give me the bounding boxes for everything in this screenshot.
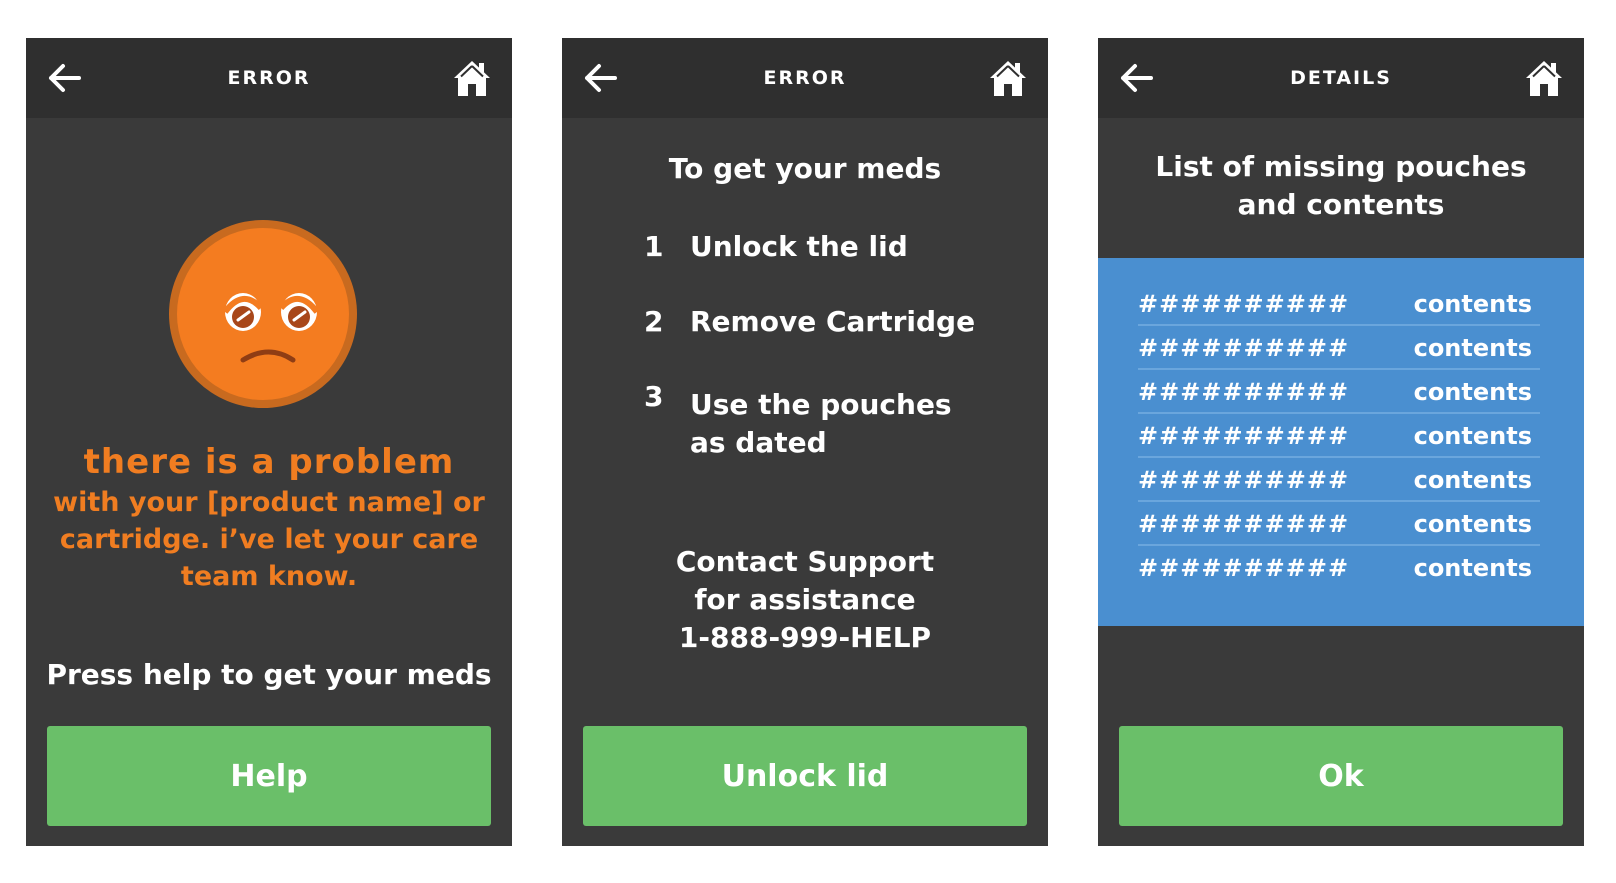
list-item: ########## contents — [1138, 326, 1540, 370]
pouch-contents: contents — [1413, 334, 1532, 362]
step-number: 1 — [644, 230, 664, 263]
steps-heading: To get your meds — [668, 152, 942, 185]
details-heading-line: List of missing pouches — [1155, 150, 1527, 183]
list-item: ########## contents — [1138, 502, 1540, 546]
step-text: Use the pouches as dated — [690, 386, 1020, 462]
top-bar: ERROR — [26, 38, 512, 118]
contact-line: for assistance — [694, 583, 916, 616]
pouch-contents: contents — [1413, 510, 1532, 538]
error-screen: ERROR there is a problem with your [prod… — [26, 38, 512, 846]
ok-button[interactable]: Ok — [1119, 726, 1563, 826]
step-text: Unlock the lid — [690, 230, 908, 263]
sad-face-icon — [169, 220, 357, 408]
list-item: ########## contents — [1138, 458, 1540, 502]
pouch-code: ########## — [1138, 334, 1350, 362]
support-phone[interactable]: 1-888-999-HELP — [562, 619, 1048, 657]
pouch-code: ########## — [1138, 554, 1350, 582]
step-text: Remove Cartridge — [690, 305, 976, 338]
step-text-line: Use the pouches — [690, 388, 952, 421]
pouch-contents: contents — [1413, 554, 1532, 582]
problem-title: there is a problem — [83, 442, 455, 482]
step-number: 2 — [644, 305, 664, 338]
contact-support: Contact Support for assistance 1-888-999… — [562, 543, 1048, 657]
pouch-code: ########## — [1138, 466, 1350, 494]
home-button[interactable] — [986, 56, 1030, 100]
unlock-lid-button[interactable]: Unlock lid — [583, 726, 1027, 826]
pouch-contents: contents — [1413, 422, 1532, 450]
details-heading: List of missing pouches and contents — [1118, 148, 1564, 224]
missing-pouches-list: ########## contents ########## contents … — [1098, 258, 1584, 626]
home-icon — [990, 61, 1026, 96]
pouch-code: ########## — [1138, 378, 1350, 406]
help-instruction: Press help to get your meds — [46, 658, 492, 691]
pouch-contents: contents — [1413, 378, 1532, 406]
page-title: ERROR — [227, 67, 311, 89]
home-button[interactable] — [1522, 56, 1566, 100]
pouch-code: ########## — [1138, 290, 1350, 318]
error-steps-screen: ERROR To get your meds 1 Unlock the lid … — [562, 38, 1048, 846]
list-item: ########## contents — [1138, 546, 1540, 590]
home-icon — [1526, 61, 1562, 96]
step-number: 3 — [644, 380, 664, 413]
page-title: ERROR — [763, 67, 847, 89]
home-icon — [454, 61, 490, 96]
home-button[interactable] — [450, 56, 494, 100]
contact-line: Contact Support — [675, 545, 935, 578]
pouch-code: ########## — [1138, 422, 1350, 450]
details-screen: DETAILS List of missing pouches and cont… — [1098, 38, 1584, 846]
top-bar: ERROR — [562, 38, 1048, 118]
problem-message: with your [product name] or cartridge. i… — [46, 484, 492, 595]
pouch-contents: contents — [1413, 466, 1532, 494]
problem-message-line: cartridge. i’ve let your care — [59, 524, 479, 555]
details-heading-line: and contents — [1237, 188, 1445, 221]
pouch-code: ########## — [1138, 510, 1350, 538]
list-item: ########## contents — [1138, 414, 1540, 458]
top-bar: DETAILS — [1098, 38, 1584, 118]
pouch-contents: contents — [1413, 290, 1532, 318]
problem-message-line: team know. — [180, 561, 358, 592]
list-item: ########## contents — [1138, 282, 1540, 326]
page-title: DETAILS — [1290, 67, 1392, 89]
step-text-line: as dated — [690, 426, 827, 459]
problem-message-line: with your [product name] or — [53, 487, 485, 518]
help-button[interactable]: Help — [47, 726, 491, 826]
list-item: ########## contents — [1138, 370, 1540, 414]
